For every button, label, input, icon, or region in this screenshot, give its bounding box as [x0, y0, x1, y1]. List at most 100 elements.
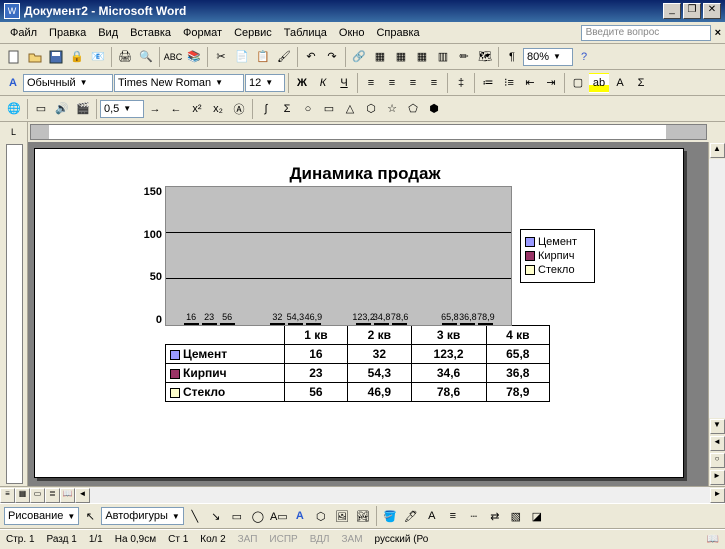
copy-button[interactable]: 📄 — [232, 47, 252, 67]
outdent-button[interactable]: ⇤ — [520, 73, 540, 93]
horizontal-ruler[interactable]: L — [0, 122, 725, 142]
scroll-right-button[interactable]: ► — [710, 488, 725, 503]
view-web-button[interactable]: ▦ — [15, 488, 30, 503]
misc-button-6[interactable]: ⬠ — [403, 99, 423, 119]
menu-window[interactable]: Окно — [333, 25, 371, 41]
wordart-button[interactable]: A — [290, 506, 310, 526]
menu-file[interactable]: Файл — [4, 25, 43, 41]
menu-help[interactable]: Справка — [370, 25, 425, 41]
cut-button[interactable]: ✂ — [211, 47, 231, 67]
line-tool-button[interactable]: ╲ — [185, 506, 205, 526]
size-select[interactable]: 12▼ — [245, 74, 285, 92]
dec-indent-button[interactable]: ← — [166, 99, 186, 119]
prev-page-button[interactable]: ◄ — [710, 436, 725, 451]
italic-button[interactable]: К — [313, 73, 333, 93]
open-button[interactable] — [25, 47, 45, 67]
vertical-scrollbar[interactable]: ▲ ▼ ◄ ○ ► — [708, 142, 725, 486]
web-tools-button[interactable]: 🌐 — [4, 99, 24, 119]
redo-button[interactable]: ↷ — [322, 47, 342, 67]
misc-button-2[interactable]: ▭ — [319, 99, 339, 119]
line-spacing-button[interactable]: ‡ — [451, 73, 471, 93]
close-doc-button[interactable]: × — [715, 27, 721, 39]
font-select[interactable]: Times New Roman▼ — [114, 74, 244, 92]
superscript-button[interactable]: x² — [187, 99, 207, 119]
misc-button-7[interactable]: ⬢ — [424, 99, 444, 119]
highlight-button[interactable]: ab — [589, 73, 609, 93]
rect-tool-button[interactable]: ▭ — [227, 506, 247, 526]
char-border-button[interactable]: Ⓐ — [229, 99, 249, 119]
view-outline-button[interactable]: ≣ — [45, 488, 60, 503]
save-button[interactable] — [46, 47, 66, 67]
ruler-corner[interactable]: L — [0, 122, 28, 142]
bold-button[interactable]: Ж — [292, 73, 312, 93]
shadow-button[interactable]: ▧ — [506, 506, 526, 526]
textbox-button[interactable]: A▭ — [269, 506, 289, 526]
align-left-button[interactable]: ≡ — [361, 73, 381, 93]
styles-pane-button[interactable]: A — [4, 73, 22, 93]
3d-button[interactable]: ◪ — [527, 506, 547, 526]
page-scroll[interactable]: Динамика продаж 150 100 50 0 1623563254,… — [28, 142, 708, 486]
drawing-button[interactable]: ✏ — [454, 47, 474, 67]
horizontal-scrollbar[interactable]: ≡ ▦ ▭ ≣ 📖 ◄ ► — [0, 486, 725, 503]
misc-button-5[interactable]: ☆ — [382, 99, 402, 119]
misc-button-4[interactable]: ⬡ — [361, 99, 381, 119]
style-select[interactable]: Обычный▼ — [23, 74, 113, 92]
clipart-button[interactable]: 🖼 — [332, 506, 352, 526]
view-reading-button[interactable]: 📖 — [60, 488, 75, 503]
minimize-button[interactable]: _ — [663, 3, 681, 19]
font-color-button[interactable]: A — [610, 73, 630, 93]
undo-button[interactable]: ↶ — [301, 47, 321, 67]
status-book-icon[interactable]: 📖 — [707, 534, 719, 545]
menu-tools[interactable]: Сервис — [228, 25, 278, 41]
underline-button[interactable]: Ч — [334, 73, 354, 93]
research-button[interactable]: 📚 — [184, 47, 204, 67]
font-color-draw-button[interactable]: A — [422, 506, 442, 526]
tables-borders-button[interactable]: ▦ — [370, 47, 390, 67]
subscript-button[interactable]: x₂ — [208, 99, 228, 119]
misc-button-3[interactable]: △ — [340, 99, 360, 119]
permissions-button[interactable]: 🔒 — [67, 47, 87, 67]
docmap-button[interactable]: 🗺 — [475, 47, 495, 67]
fill-color-button[interactable]: 🪣 — [380, 506, 400, 526]
arrow-style-button[interactable]: ⇄ — [485, 506, 505, 526]
frame-button[interactable]: ▭ — [31, 99, 51, 119]
menu-insert[interactable]: Вставка — [124, 25, 177, 41]
align-right-button[interactable]: ≡ — [403, 73, 423, 93]
show-marks-button[interactable]: ¶ — [502, 47, 522, 67]
scroll-left-button[interactable]: ◄ — [75, 488, 90, 503]
equation-button[interactable]: Σ — [631, 73, 651, 93]
view-normal-button[interactable]: ≡ — [0, 488, 15, 503]
spellcheck-button[interactable]: ABC — [163, 47, 183, 67]
maximize-button[interactable]: ❐ — [683, 3, 701, 19]
oval-tool-button[interactable]: ◯ — [248, 506, 268, 526]
menu-format[interactable]: Формат — [177, 25, 228, 41]
movie-button[interactable]: 🎬 — [73, 99, 93, 119]
insert-excel-button[interactable]: ▦ — [412, 47, 432, 67]
insert-table-button[interactable]: ▦ — [391, 47, 411, 67]
picture-button[interactable]: 🏞 — [353, 506, 373, 526]
new-doc-button[interactable] — [4, 47, 24, 67]
browse-object-button[interactable]: ○ — [710, 453, 725, 468]
hyperlink-button[interactable]: 🔗 — [349, 47, 369, 67]
align-center-button[interactable]: ≡ — [382, 73, 402, 93]
equation-editor-button[interactable]: ∫ — [256, 99, 276, 119]
dash-style-button[interactable]: ┄ — [464, 506, 484, 526]
inc-indent-button[interactable]: → — [145, 99, 165, 119]
indent-spin[interactable]: 0,5▼ — [100, 100, 144, 118]
format-painter-button[interactable]: 🖌 — [274, 47, 294, 67]
menu-table[interactable]: Таблица — [278, 25, 333, 41]
numbering-button[interactable]: ≔ — [478, 73, 498, 93]
close-button[interactable]: ✕ — [703, 3, 721, 19]
select-objects-button[interactable]: ↖ — [80, 506, 100, 526]
autoshapes-menu[interactable]: Автофигуры▼ — [101, 507, 184, 525]
menu-edit[interactable]: Правка — [43, 25, 92, 41]
indent-button[interactable]: ⇥ — [541, 73, 561, 93]
autosum-button[interactable]: Σ — [277, 99, 297, 119]
columns-button[interactable]: ▥ — [433, 47, 453, 67]
chart-object[interactable]: Динамика продаж 150 100 50 0 1623563254,… — [135, 164, 595, 464]
scroll-down-button[interactable]: ▼ — [710, 419, 725, 434]
paste-button[interactable]: 📋 — [253, 47, 273, 67]
view-print-button[interactable]: ▭ — [30, 488, 45, 503]
help-button[interactable]: ? — [574, 47, 594, 67]
arrow-tool-button[interactable]: ↘ — [206, 506, 226, 526]
